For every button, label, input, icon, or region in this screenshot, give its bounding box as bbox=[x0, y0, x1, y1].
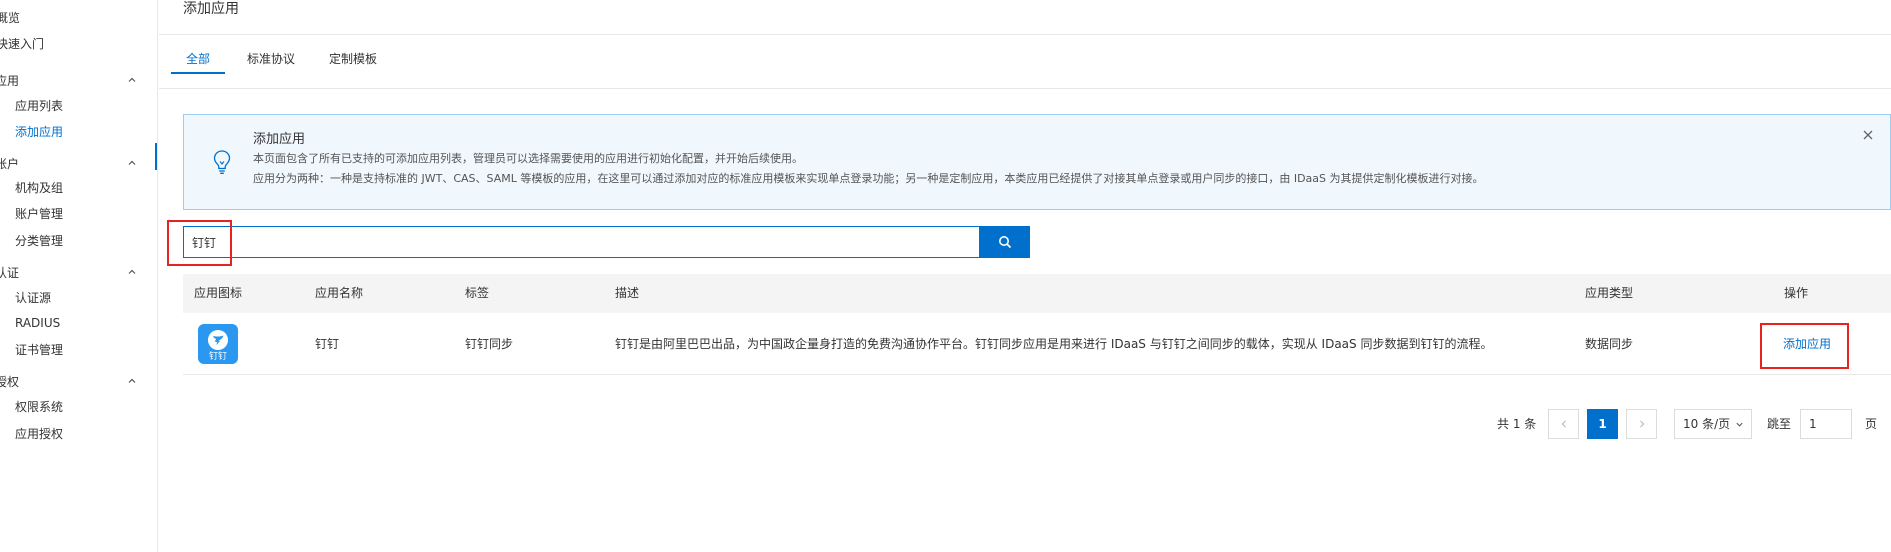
sidebar-item-label: 账户管理 bbox=[15, 206, 64, 221]
wing-icon bbox=[213, 335, 224, 345]
sidebar-item-app-list[interactable]: 应用列表 bbox=[0, 92, 157, 118]
alert-description-line-1: 本页面包含了所有已支持的可添加应用列表，管理员可以选择需要使用的应用进行初始化配… bbox=[253, 152, 803, 165]
sidebar-item-label: 应用授权 bbox=[15, 426, 64, 441]
sidebar-group-accounts[interactable]: 账户 bbox=[0, 150, 157, 176]
table-row: 钉钉 钉钉 钉钉同步 钉钉是由阿里巴巴出品，为中国政企量身打造的免费沟通协作平台… bbox=[183, 313, 1891, 375]
sidebar-group-auth[interactable]: 认证 bbox=[0, 259, 157, 285]
jump-page-input[interactable] bbox=[1800, 409, 1852, 439]
sidebar-item-add-app[interactable]: 添加应用 bbox=[0, 118, 157, 144]
sidebar-item-permission-system[interactable]: 权限系统 bbox=[0, 393, 157, 419]
sidebar-group-label: 认证 bbox=[0, 265, 20, 280]
chevron-right-icon bbox=[1639, 420, 1644, 428]
chevron-up-icon bbox=[128, 269, 136, 274]
dingtalk-logo-mark bbox=[208, 330, 228, 350]
sidebar: 概览 快速入门 应用 应用列表 添加应用 账户 机构及组 账户管理 分类管理 bbox=[0, 0, 158, 552]
sidebar-group-label: 应用 bbox=[0, 73, 20, 88]
sidebar-item-app-authorization[interactable]: 应用授权 bbox=[0, 420, 157, 446]
search-input[interactable] bbox=[183, 226, 980, 258]
sidebar-item-overview[interactable]: 概览 bbox=[0, 4, 157, 30]
sidebar-item-label: 机构及组 bbox=[15, 180, 64, 195]
column-header-app-type: 应用类型 bbox=[1585, 286, 1634, 300]
next-page-button[interactable] bbox=[1626, 409, 1657, 439]
app-icon-label: 钉钉 bbox=[208, 352, 227, 362]
alert-description-line-2: 应用分为两种：一种是支持标准的 JWT、CAS、SAML 等模板的应用，在这里可… bbox=[253, 172, 1484, 185]
table-header: 应用图标 应用名称 标签 描述 应用类型 操作 bbox=[183, 274, 1891, 313]
tab-custom-template[interactable]: 定制模板 bbox=[325, 44, 381, 74]
sidebar-item-org-groups[interactable]: 机构及组 bbox=[0, 174, 157, 200]
lightbulb-icon bbox=[213, 150, 231, 174]
search-icon bbox=[999, 236, 1012, 249]
add-app-link[interactable]: 添加应用 bbox=[1783, 313, 1831, 375]
description-cell: 钉钉是由阿里巴巴出品，为中国政企量身打造的免费沟通协作平台。钉钉同步应用是用来进… bbox=[615, 337, 1493, 351]
sidebar-item-label: 分类管理 bbox=[15, 233, 64, 248]
jump-label: 跳至 bbox=[1767, 417, 1792, 431]
divider bbox=[159, 88, 1891, 89]
active-nav-indicator bbox=[155, 143, 157, 170]
chevron-down-icon bbox=[1736, 422, 1743, 427]
sidebar-group-apps[interactable]: 应用 bbox=[0, 67, 157, 93]
sidebar-item-radius[interactable]: RADIUS bbox=[0, 310, 157, 336]
column-header-app-icon: 应用图标 bbox=[194, 286, 243, 300]
dingtalk-app-icon: 钉钉 bbox=[198, 324, 238, 364]
sidebar-item-account-mgmt[interactable]: 账户管理 bbox=[0, 200, 157, 226]
app-root: 概览 快速入门 应用 应用列表 添加应用 账户 机构及组 账户管理 分类管理 bbox=[0, 0, 1891, 552]
page-title: 添加应用 bbox=[183, 1, 239, 17]
pagination: 共 1 条 1 10 条/页 跳至 页 bbox=[159, 409, 1891, 439]
sidebar-item-label: 认证源 bbox=[15, 290, 52, 305]
page-button-current[interactable]: 1 bbox=[1587, 409, 1618, 439]
sidebar-item-category-mgmt[interactable]: 分类管理 bbox=[0, 227, 157, 253]
alert-title: 添加应用 bbox=[253, 132, 306, 147]
chevron-up-icon bbox=[128, 378, 136, 383]
sidebar-item-auth-source[interactable]: 认证源 bbox=[0, 284, 157, 310]
sidebar-group-label: 授权 bbox=[0, 374, 20, 389]
sidebar-item-label: 添加应用 bbox=[15, 124, 64, 139]
tab-all[interactable]: 全部 bbox=[183, 44, 213, 74]
page-size-select[interactable]: 10 条/页 bbox=[1674, 409, 1752, 439]
sidebar-item-quick-start[interactable]: 快速入门 bbox=[0, 30, 157, 56]
app-type-cell: 数据同步 bbox=[1585, 337, 1634, 351]
main-content: 添加应用 全部 标准协议 定制模板 添加应用 本页面包含了所有已支持的可添加应用… bbox=[159, 0, 1891, 552]
chevron-left-icon bbox=[1561, 420, 1566, 428]
page-size-value: 10 条/页 bbox=[1683, 417, 1731, 431]
sidebar-item-cert-mgmt[interactable]: 证书管理 bbox=[0, 336, 157, 362]
sidebar-item-label: 应用列表 bbox=[15, 98, 64, 113]
tab-active-underline bbox=[171, 72, 225, 74]
tag-cell: 钉钉同步 bbox=[465, 337, 514, 351]
close-icon[interactable] bbox=[1861, 128, 1875, 142]
app-name-cell: 钉钉 bbox=[315, 337, 340, 351]
sidebar-item-label: RADIUS bbox=[15, 316, 61, 330]
sidebar-group-label: 账户 bbox=[0, 156, 20, 171]
prev-page-button[interactable] bbox=[1548, 409, 1579, 439]
total-count: 共 1 条 bbox=[1497, 417, 1537, 431]
divider bbox=[159, 34, 1891, 35]
search-button[interactable] bbox=[980, 226, 1030, 258]
chevron-up-icon bbox=[128, 77, 136, 82]
chevron-up-icon bbox=[128, 160, 136, 165]
column-header-tag: 标签 bbox=[465, 286, 490, 300]
sidebar-group-authorization[interactable]: 授权 bbox=[0, 368, 157, 394]
sidebar-item-label: 概览 bbox=[0, 10, 21, 25]
page-suffix: 页 bbox=[1865, 417, 1878, 431]
sidebar-item-label: 证书管理 bbox=[15, 342, 64, 357]
info-alert: 添加应用 本页面包含了所有已支持的可添加应用列表，管理员可以选择需要使用的应用进… bbox=[183, 114, 1891, 210]
column-header-app-name: 应用名称 bbox=[315, 286, 364, 300]
sidebar-item-label: 权限系统 bbox=[15, 399, 64, 414]
column-header-description: 描述 bbox=[615, 286, 640, 300]
sidebar-item-label: 快速入门 bbox=[0, 36, 45, 51]
tab-standard-protocol[interactable]: 标准协议 bbox=[243, 44, 299, 74]
column-header-action: 操作 bbox=[1784, 286, 1809, 300]
